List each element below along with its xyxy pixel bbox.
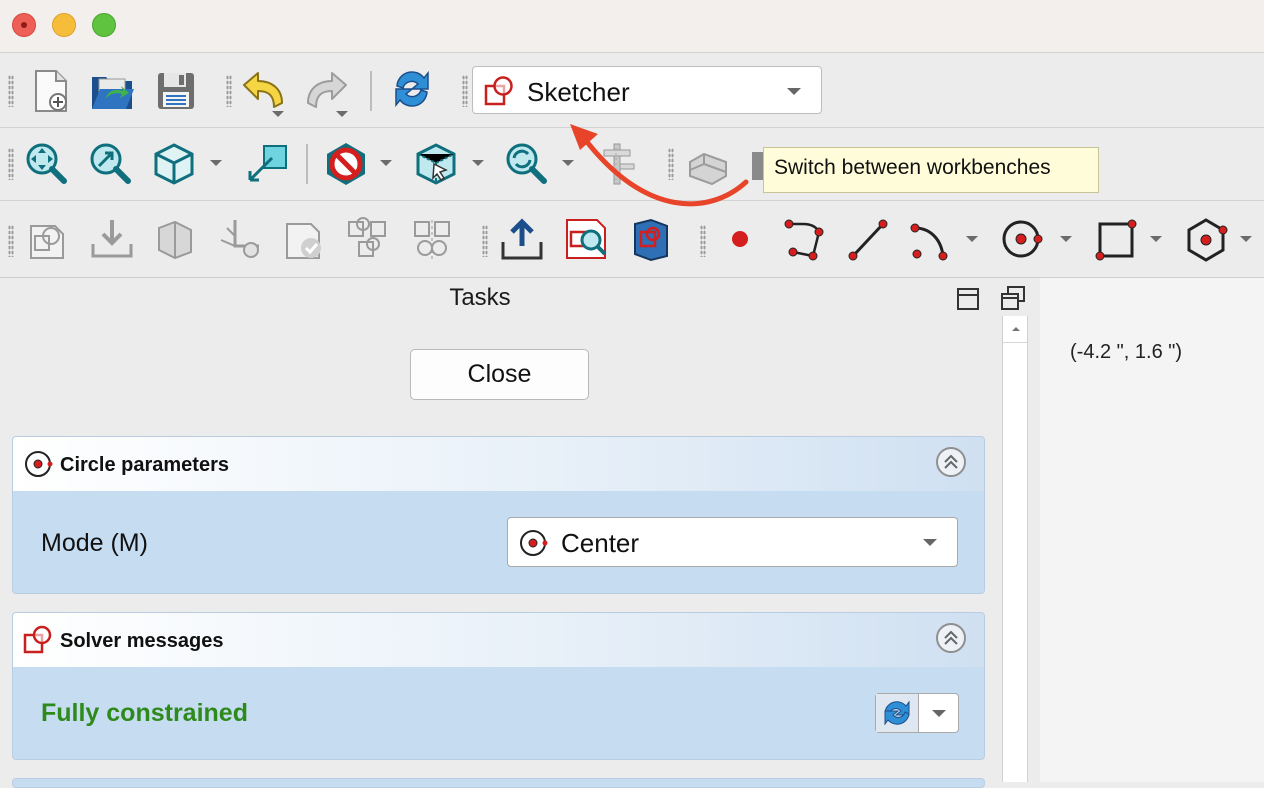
float-panel-icon[interactable] xyxy=(956,287,980,316)
chevron-down-icon xyxy=(923,539,937,546)
collapse-button[interactable] xyxy=(936,623,966,653)
mode-select[interactable]: Center xyxy=(507,517,958,567)
refresh-icon[interactable] xyxy=(388,65,436,113)
title-bar xyxy=(0,0,1264,53)
toolbar-separator xyxy=(370,71,372,111)
view-sketch-icon[interactable] xyxy=(562,215,610,263)
sketcher-icon xyxy=(483,75,517,112)
toolbar-grip[interactable] xyxy=(462,75,468,107)
new-document-icon[interactable] xyxy=(27,67,75,115)
circle-parameters-header[interactable]: Circle parameters xyxy=(13,437,984,491)
undock-panel-icon[interactable] xyxy=(1000,285,1026,316)
panel-title: Tasks xyxy=(449,284,511,311)
circle-icon[interactable] xyxy=(998,215,1046,263)
minimize-window-button[interactable] xyxy=(52,13,76,37)
save-icon[interactable] xyxy=(152,67,200,115)
map-sketch-icon[interactable] xyxy=(150,215,198,263)
redo-dropdown[interactable] xyxy=(336,111,348,117)
new-sketch-icon[interactable] xyxy=(24,215,72,263)
line-icon[interactable] xyxy=(844,215,892,263)
mirror-sketch-icon[interactable] xyxy=(408,215,456,263)
view-dropdown[interactable] xyxy=(210,160,222,166)
view-section-icon[interactable] xyxy=(626,215,674,263)
measure-line-icon[interactable] xyxy=(242,140,290,188)
open-folder-icon[interactable] xyxy=(88,67,136,115)
panel-scrollbar[interactable] xyxy=(1002,316,1028,782)
annotation-arrow xyxy=(570,124,749,207)
view-cube-icon[interactable] xyxy=(150,140,198,188)
auto-update-control[interactable] xyxy=(875,693,959,733)
refresh-button[interactable] xyxy=(876,694,919,732)
circle-dropdown[interactable] xyxy=(1060,236,1072,242)
mode-label: Mode (M) xyxy=(41,529,148,557)
fit-selection-icon[interactable] xyxy=(86,140,134,188)
toolbar-grip[interactable] xyxy=(8,225,14,257)
workbench-selector[interactable]: Sketcher xyxy=(472,66,822,114)
next-box xyxy=(12,778,985,788)
rectangle-dropdown[interactable] xyxy=(1150,236,1162,242)
draw-style-dropdown[interactable] xyxy=(380,160,392,166)
circle-parameters-box: Circle parameters Mode (M) Center xyxy=(12,436,985,594)
refresh-zoom-icon[interactable] xyxy=(502,140,550,188)
toolbar-grip[interactable] xyxy=(8,148,14,180)
solver-messages-title: Solver messages xyxy=(60,630,224,652)
toolbar-separator xyxy=(306,144,308,184)
box-dropdown[interactable] xyxy=(472,160,484,166)
leave-sketch-icon[interactable] xyxy=(498,215,546,263)
reorient-icon[interactable] xyxy=(216,215,264,263)
toolbar-grip[interactable] xyxy=(700,225,706,257)
solver-messages-box: Solver messages Fully constrained xyxy=(12,612,985,760)
workbench-label: Sketcher xyxy=(527,77,630,107)
toolbar-grip[interactable] xyxy=(226,75,232,107)
bounding-box-icon[interactable] xyxy=(412,140,460,188)
rectangle-icon[interactable] xyxy=(1092,215,1140,263)
mode-value: Center xyxy=(561,528,640,558)
undo-dropdown[interactable] xyxy=(272,111,284,117)
polygon-dropdown[interactable] xyxy=(1240,236,1252,242)
collapse-button[interactable] xyxy=(936,447,966,477)
no-draw-style-icon[interactable] xyxy=(322,140,370,188)
hexagon-icon[interactable] xyxy=(1182,215,1230,263)
circle-tool-icon xyxy=(23,449,53,484)
toolbar-grip[interactable] xyxy=(8,75,14,107)
polyline-icon[interactable] xyxy=(780,215,828,263)
solver-messages-header[interactable]: Solver messages xyxy=(13,613,984,667)
validate-sketch-icon[interactable] xyxy=(280,215,328,263)
cursor-coordinates: (-4.2 ", 1.6 ") xyxy=(1070,341,1183,363)
point-icon[interactable] xyxy=(716,215,764,263)
scroll-up-arrow[interactable] xyxy=(1003,316,1027,343)
arc-dropdown[interactable] xyxy=(966,236,978,242)
import-sketch-icon[interactable] xyxy=(88,215,136,263)
circle-center-icon xyxy=(518,528,548,563)
chevron-down-icon[interactable] xyxy=(932,710,946,717)
arc-icon[interactable] xyxy=(906,215,954,263)
merge-sketches-icon[interactable] xyxy=(344,215,392,263)
solver-status: Fully constrained xyxy=(41,699,248,727)
undo-icon[interactable] xyxy=(240,67,288,115)
workbench-tooltip: Switch between workbenches xyxy=(763,147,1099,193)
redo-icon[interactable] xyxy=(302,67,350,115)
fit-all-icon[interactable] xyxy=(22,140,70,188)
zoom-window-button[interactable] xyxy=(92,13,116,37)
close-button[interactable]: Close xyxy=(410,349,589,400)
chevron-down-icon xyxy=(787,88,801,95)
sketcher-icon xyxy=(23,625,55,660)
close-window-button[interactable] xyxy=(12,13,36,37)
toolbar-grip[interactable] xyxy=(482,225,488,257)
circle-parameters-title: Circle parameters xyxy=(60,454,229,476)
